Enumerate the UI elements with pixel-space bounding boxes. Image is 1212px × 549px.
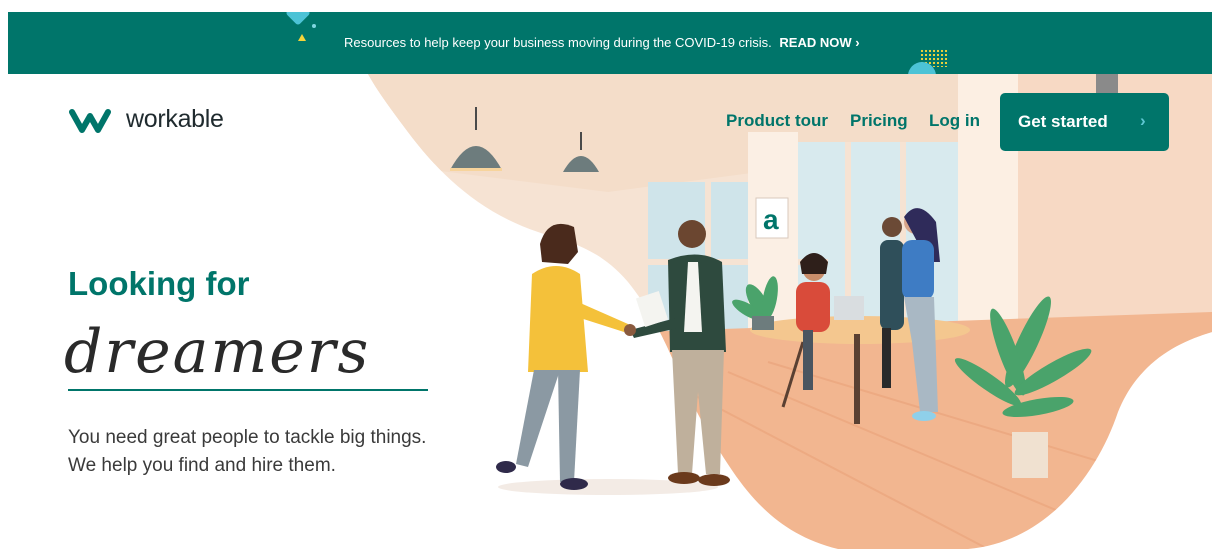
get-started-label: Get started bbox=[1018, 112, 1108, 131]
page-viewport: Resources to help keep your business mov… bbox=[8, 12, 1212, 549]
hero-description-line-2: We help you find and hire them. bbox=[68, 455, 336, 476]
wall-sign-letter: a bbox=[763, 204, 779, 235]
nav-product-tour[interactable]: Product tour bbox=[726, 111, 828, 131]
banner-text: Resources to help keep your business mov… bbox=[344, 35, 860, 50]
nav-pricing[interactable]: Pricing bbox=[850, 111, 908, 131]
chevron-right-icon: › bbox=[1140, 111, 1146, 130]
workable-logo-icon bbox=[69, 108, 111, 133]
get-started-button[interactable]: Get started › bbox=[1000, 93, 1169, 151]
banner-dot-decoration bbox=[312, 24, 316, 28]
nav-log-in[interactable]: Log in bbox=[929, 111, 980, 131]
hero-underline bbox=[68, 389, 428, 391]
hero-title: Looking for bbox=[68, 265, 250, 302]
banner-diamond-decoration bbox=[285, 12, 311, 26]
banner-message: Resources to help keep your business mov… bbox=[344, 35, 772, 50]
banner-triangle-decoration bbox=[298, 34, 306, 41]
workable-logo[interactable]: workable bbox=[68, 105, 224, 134]
hero-description: You need great people to tackle big thin… bbox=[68, 424, 426, 480]
hero-description-line-1: You need great people to tackle big thin… bbox=[68, 427, 427, 448]
covid-banner[interactable]: Resources to help keep your business mov… bbox=[8, 12, 1212, 74]
logo-wordmark: workable bbox=[126, 105, 224, 133]
hero-script-word: dreamers bbox=[64, 317, 371, 387]
banner-read-now-link[interactable]: READ NOW › bbox=[779, 35, 859, 50]
